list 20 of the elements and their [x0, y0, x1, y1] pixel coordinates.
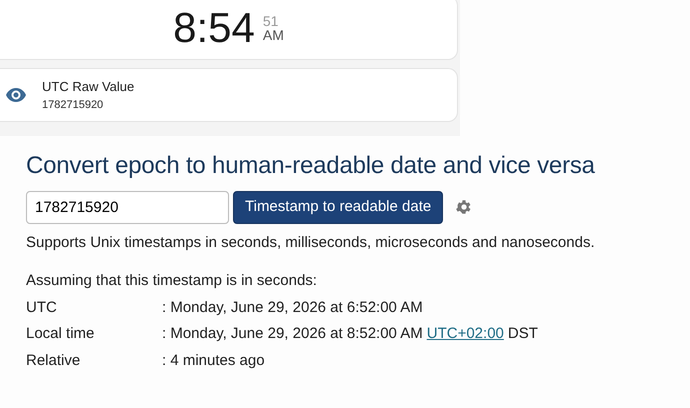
page-heading: Convert epoch to human-readable date and vice versa: [26, 152, 596, 181]
assumption-text: Assuming that this timestamp is in seconds:: [26, 271, 318, 292]
settings-icon[interactable]: [455, 198, 474, 216]
timezone-link[interactable]: UTC+02:00: [426, 323, 504, 346]
support-note: Supports Unix timestamps in seconds, milliseconds, microseconds and nanoseconds.: [26, 232, 596, 253]
result-label: UTC: [26, 298, 58, 318]
result-label: Local time: [26, 324, 96, 344]
result-value: : 4 minutes ago: [162, 350, 265, 371]
clock-seconds: 51: [262, 14, 280, 28]
raw-value: 1782715920: [42, 98, 104, 112]
result-label: Relative: [26, 350, 82, 371]
clock-meridiem: AM: [262, 28, 284, 42]
result-value: : Monday, June 29, 2026 at 6:52:00 AM: [162, 298, 423, 318]
result-value: : Monday, June 29, 2026 at 8:52:00 AM: [162, 324, 423, 344]
dst-label: DST: [508, 324, 538, 344]
timestamp-input[interactable]: 1782715920: [26, 190, 229, 224]
clock-time: 8:54: [173, 6, 255, 48]
raw-value-label: UTC Raw Value: [42, 78, 134, 96]
convert-button[interactable]: Timestamp to readable date: [233, 190, 444, 224]
eye-icon: [6, 88, 26, 102]
